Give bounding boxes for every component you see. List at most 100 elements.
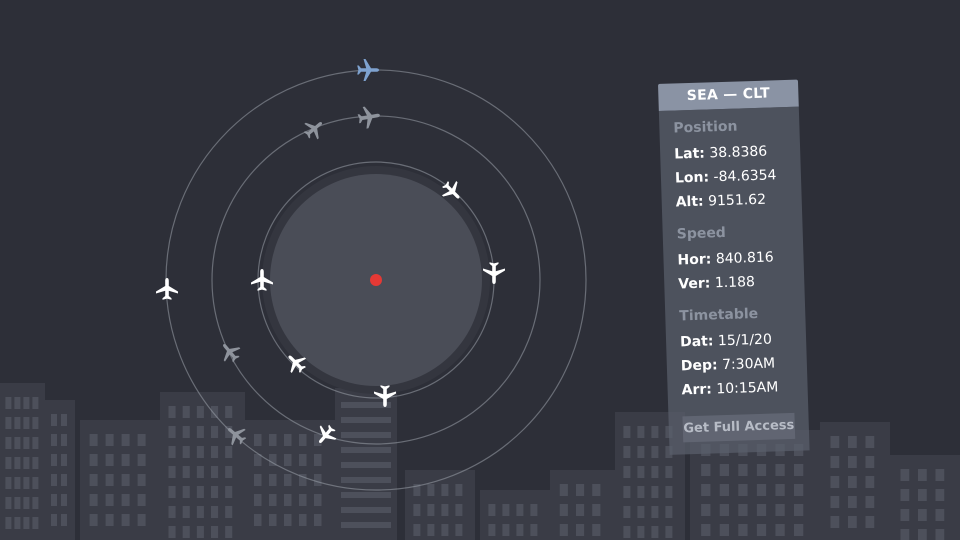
building-window: [559, 524, 568, 536]
building-window: [623, 426, 631, 438]
building-window: [651, 506, 659, 518]
building-window: [651, 446, 659, 458]
building-window: [900, 489, 910, 501]
plane-icon[interactable]: [299, 114, 329, 144]
plane-icon[interactable]: [156, 278, 178, 300]
building-window: [719, 484, 729, 496]
ver-row: Ver: 1.188: [678, 269, 791, 297]
position-section: Position Lat: 38.8386 Lon: -84.6354 Alt:…: [673, 117, 788, 214]
row-value: 38.8386: [709, 143, 768, 162]
building-window: [848, 436, 857, 448]
building-window: [211, 526, 219, 538]
building-window: [182, 506, 190, 518]
building-window: [14, 417, 21, 429]
building-window: [61, 514, 67, 526]
building-window: [865, 456, 875, 468]
building-window: [756, 504, 767, 516]
building-window: [559, 504, 568, 516]
building-window: [51, 434, 57, 446]
row-value: 1.188: [714, 274, 756, 292]
building-window: [284, 494, 292, 506]
building-window: [918, 489, 927, 501]
building-window: [254, 434, 262, 446]
building-window: [225, 506, 233, 518]
building-window: [865, 436, 875, 448]
building-window: [5, 497, 12, 509]
building-window: [225, 466, 233, 478]
building-window: [865, 476, 875, 488]
row-key: Dep:: [680, 357, 718, 375]
building-window: [427, 484, 435, 496]
flight-info-panel: SEA — CLT Position Lat: 38.8386 Lon: -84…: [658, 79, 810, 455]
building-window: [61, 434, 67, 446]
building-window: [51, 514, 57, 526]
building-stripe: [341, 432, 391, 438]
building-window: [121, 454, 130, 466]
building-window: [756, 464, 767, 476]
building-window: [299, 494, 307, 506]
building-window: [441, 484, 449, 496]
building-window: [865, 516, 875, 528]
plane-icon[interactable]: [356, 104, 382, 130]
building-window: [14, 497, 21, 509]
building-window: [182, 486, 190, 498]
building-window: [168, 506, 176, 518]
building-window: [299, 454, 307, 466]
building-window: [23, 397, 30, 409]
building-window: [137, 474, 146, 486]
building-window: [168, 446, 176, 458]
building-window: [121, 474, 130, 486]
building-stripe: [341, 492, 391, 498]
building-window: [225, 406, 233, 418]
building-window: [900, 529, 910, 540]
building-window: [637, 486, 645, 498]
building-window: [5, 417, 12, 429]
building-window: [314, 494, 322, 506]
building-window: [775, 464, 785, 476]
building-window: [756, 484, 767, 496]
panel-body: Position Lat: 38.8386 Lon: -84.6354 Alt:…: [658, 106, 810, 455]
building-window: [23, 477, 30, 489]
building-window: [32, 457, 39, 469]
building-window: [254, 494, 262, 506]
building-window: [269, 474, 277, 486]
building-window: [284, 474, 292, 486]
building-window: [225, 486, 233, 498]
building-window: [32, 477, 39, 489]
plane-selected-icon[interactable]: [357, 59, 379, 81]
row-value: -84.6354: [713, 167, 777, 186]
building-window: [441, 504, 449, 516]
building-window: [196, 486, 204, 498]
building-window: [51, 474, 57, 486]
building-window: [651, 526, 659, 538]
row-key: Alt:: [675, 193, 704, 211]
building-window: [665, 506, 673, 518]
get-full-access-button[interactable]: Get Full Access: [682, 412, 796, 443]
building-window: [137, 454, 146, 466]
building-window: [182, 526, 190, 538]
building-window: [14, 517, 21, 529]
building-window: [23, 417, 30, 429]
row-value: 840.816: [715, 249, 774, 268]
row-key: Ver:: [678, 275, 711, 293]
building-window: [196, 466, 204, 478]
building-stripe: [341, 477, 391, 483]
row-value: 15/1/20: [717, 331, 773, 350]
section-title: Timetable: [679, 305, 759, 325]
building-window: [413, 504, 421, 516]
building-window: [455, 504, 463, 516]
building-window: [935, 509, 945, 521]
building-window: [623, 486, 631, 498]
building-stripe: [341, 522, 391, 528]
building-window: [61, 494, 67, 506]
building-window: [918, 469, 927, 481]
building-window: [23, 457, 30, 469]
building-window: [701, 484, 711, 496]
building-window: [848, 476, 857, 488]
plane-icon[interactable]: [215, 337, 245, 367]
building-stripe: [341, 447, 391, 453]
building-window: [794, 524, 804, 536]
building-window: [637, 526, 645, 538]
center-dot: [370, 274, 382, 286]
building-window: [168, 426, 176, 438]
